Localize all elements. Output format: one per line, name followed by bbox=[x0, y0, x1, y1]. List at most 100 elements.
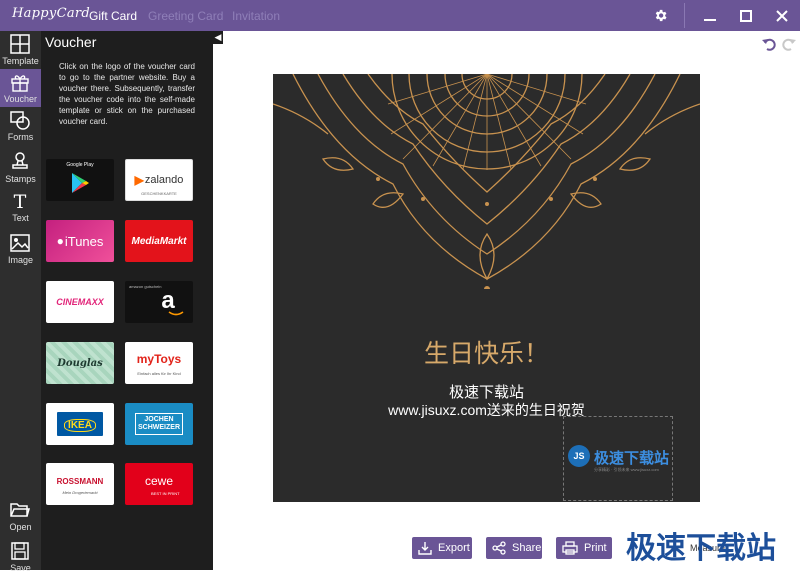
voucher-label: CINEMAXX bbox=[56, 297, 104, 307]
ikea-logo: IKEA bbox=[57, 412, 103, 436]
sidebar-item-label: Voucher bbox=[3, 94, 38, 104]
voucher-label: JOCHEN SCHWEIZER bbox=[135, 413, 183, 435]
voucher-sublabel: amazon gutschein bbox=[129, 284, 162, 289]
sidebar-item-label: Forms bbox=[7, 132, 34, 142]
sidebar-item-label: Text bbox=[12, 213, 29, 223]
sidebar-item-voucher[interactable]: Voucher bbox=[0, 69, 41, 107]
card-title[interactable]: 生日快乐！ bbox=[273, 334, 700, 370]
voucher-sublabel: Einfach alles für Ihr Kind bbox=[137, 371, 181, 376]
maximize-icon bbox=[740, 9, 752, 22]
voucher-label: iTunes bbox=[64, 233, 104, 249]
template-icon bbox=[10, 34, 30, 54]
voucher-google-play[interactable]: Google Play bbox=[46, 159, 114, 201]
share-button[interactable]: Share bbox=[486, 537, 542, 559]
voucher-zalando[interactable]: ▶ zalando GESCHENKKARTE bbox=[125, 159, 193, 201]
voucher-mytoys[interactable]: myToys Einfach alles für Ihr Kind bbox=[125, 342, 193, 384]
settings-button[interactable] bbox=[640, 0, 680, 31]
voucher-panel: Voucher Click on the logo of the voucher… bbox=[41, 31, 213, 570]
watermark-text: 极速下载站 bbox=[626, 531, 776, 566]
printer-icon bbox=[562, 541, 578, 555]
sidebar-item-label: Open bbox=[9, 522, 32, 532]
print-label: Print bbox=[584, 542, 607, 554]
js-logo-icon: JS bbox=[568, 445, 590, 467]
stamp-title: 极速下载站 bbox=[594, 450, 670, 467]
redo-icon bbox=[782, 38, 796, 51]
panel-title: Voucher bbox=[45, 34, 97, 50]
sidebar-item-label: Template bbox=[2, 56, 39, 66]
voucher-sublabel: GESCHENKKARTE bbox=[141, 191, 177, 196]
sidebar-item-template[interactable]: Template bbox=[0, 31, 41, 69]
voucher-label: Douglas bbox=[57, 357, 103, 369]
sidebar-item-label: Image bbox=[7, 255, 33, 265]
close-icon bbox=[776, 9, 788, 22]
google-play-icon bbox=[72, 173, 89, 193]
sidebar-item-label: Save bbox=[10, 563, 31, 573]
sidebar-item-text[interactable]: T Text bbox=[0, 188, 41, 226]
voucher-sublabel: Mein Drogeriemarkt bbox=[62, 490, 98, 495]
voucher-itunes[interactable]: ● iTunes bbox=[46, 220, 114, 262]
voucher-mediamarkt[interactable]: MediaMarkt bbox=[125, 220, 193, 262]
voucher-rossmann[interactable]: ROSSMANN Mein Drogeriemarkt bbox=[46, 463, 114, 505]
minimize-icon bbox=[704, 18, 716, 21]
card-preview[interactable]: 生日快乐！ 极速下载站 www.jisuxz.com送来的生日祝贺 JS 极速下… bbox=[273, 74, 700, 502]
voucher-label: cewe bbox=[144, 474, 173, 488]
gear-icon bbox=[655, 9, 666, 22]
stamp-subtitle: 分享精彩 · 引领未来 www.jisuxz.com bbox=[594, 467, 659, 472]
redo-button[interactable] bbox=[782, 37, 796, 55]
text-icon: T bbox=[14, 191, 27, 211]
voucher-sublabel: BEST IN PRINT bbox=[151, 491, 180, 496]
tab-greeting-card[interactable]: Greeting Card bbox=[148, 9, 223, 23]
minimize-button[interactable] bbox=[690, 0, 730, 31]
voucher-label: Google Play bbox=[66, 162, 94, 168]
tool-rail: Template Voucher Forms Stamps T Text Ima… bbox=[0, 31, 41, 573]
sidebar-item-image[interactable]: Image bbox=[0, 230, 41, 268]
voucher-ikea[interactable]: IKEA bbox=[46, 403, 114, 445]
tab-gift-card[interactable]: Gift Card bbox=[89, 9, 137, 23]
voucher-label: myToys bbox=[136, 352, 182, 366]
sidebar-item-forms[interactable]: Forms bbox=[0, 107, 41, 145]
voucher-cinemaxx[interactable]: CINEMAXX bbox=[46, 281, 114, 323]
undo-button[interactable] bbox=[762, 37, 776, 55]
apple-icon: ● bbox=[56, 234, 64, 248]
share-label: Share bbox=[512, 542, 542, 554]
voucher-douglas[interactable]: Douglas bbox=[46, 342, 114, 384]
image-stamp[interactable]: JS 极速下载站 分享精彩 · 引领未来 www.jisuxz.com bbox=[563, 416, 673, 501]
maximize-button[interactable] bbox=[726, 0, 766, 31]
panel-description: Click on the logo of the voucher card to… bbox=[59, 62, 195, 126]
export-label: Export bbox=[438, 542, 470, 554]
voucher-jochen-schweizer[interactable]: JOCHEN SCHWEIZER bbox=[125, 403, 193, 445]
undo-icon bbox=[762, 38, 776, 51]
mandala-ornament bbox=[273, 74, 700, 289]
image-icon bbox=[10, 234, 30, 252]
collapse-panel-button[interactable]: ◀ bbox=[213, 31, 223, 44]
voucher-label: zalando bbox=[144, 174, 184, 186]
voucher-label: MediaMarkt bbox=[131, 235, 187, 247]
voucher-amazon[interactable]: amazon gutschein a bbox=[125, 281, 193, 323]
sidebar-item-label: Stamps bbox=[5, 174, 36, 184]
title-bar: HappyCard Gift Card Greeting Card Invita… bbox=[0, 0, 800, 31]
stamp-icon bbox=[12, 152, 28, 169]
export-icon bbox=[418, 542, 432, 555]
export-button[interactable]: Export bbox=[412, 537, 472, 559]
chevron-left-icon: ◀ bbox=[214, 32, 222, 42]
share-icon bbox=[492, 541, 506, 555]
sidebar-item-stamps[interactable]: Stamps bbox=[0, 149, 41, 187]
folder-icon bbox=[10, 503, 30, 517]
amazon-smile-icon bbox=[168, 311, 184, 316]
svg-text:T: T bbox=[14, 191, 27, 211]
zalando-icon: ▶ bbox=[134, 173, 144, 187]
card-text-line-1[interactable]: 极速下载站 bbox=[273, 381, 700, 402]
sidebar-item-open[interactable]: Open bbox=[0, 497, 41, 535]
print-button[interactable]: Print bbox=[556, 537, 612, 559]
voucher-label: ROSSMANN bbox=[56, 476, 104, 486]
voucher-label: IKEA bbox=[64, 419, 96, 432]
save-icon bbox=[11, 542, 29, 560]
voucher-cewe[interactable]: cewe BEST IN PRINT bbox=[125, 463, 193, 505]
gift-icon bbox=[11, 75, 29, 92]
tab-invitation[interactable]: Invitation bbox=[232, 9, 280, 23]
forms-icon bbox=[10, 111, 30, 130]
app-logo: HappyCard bbox=[12, 6, 91, 21]
sidebar-item-save[interactable]: Save bbox=[0, 538, 41, 576]
close-button[interactable] bbox=[762, 0, 800, 31]
titlebar-separator bbox=[684, 3, 685, 28]
